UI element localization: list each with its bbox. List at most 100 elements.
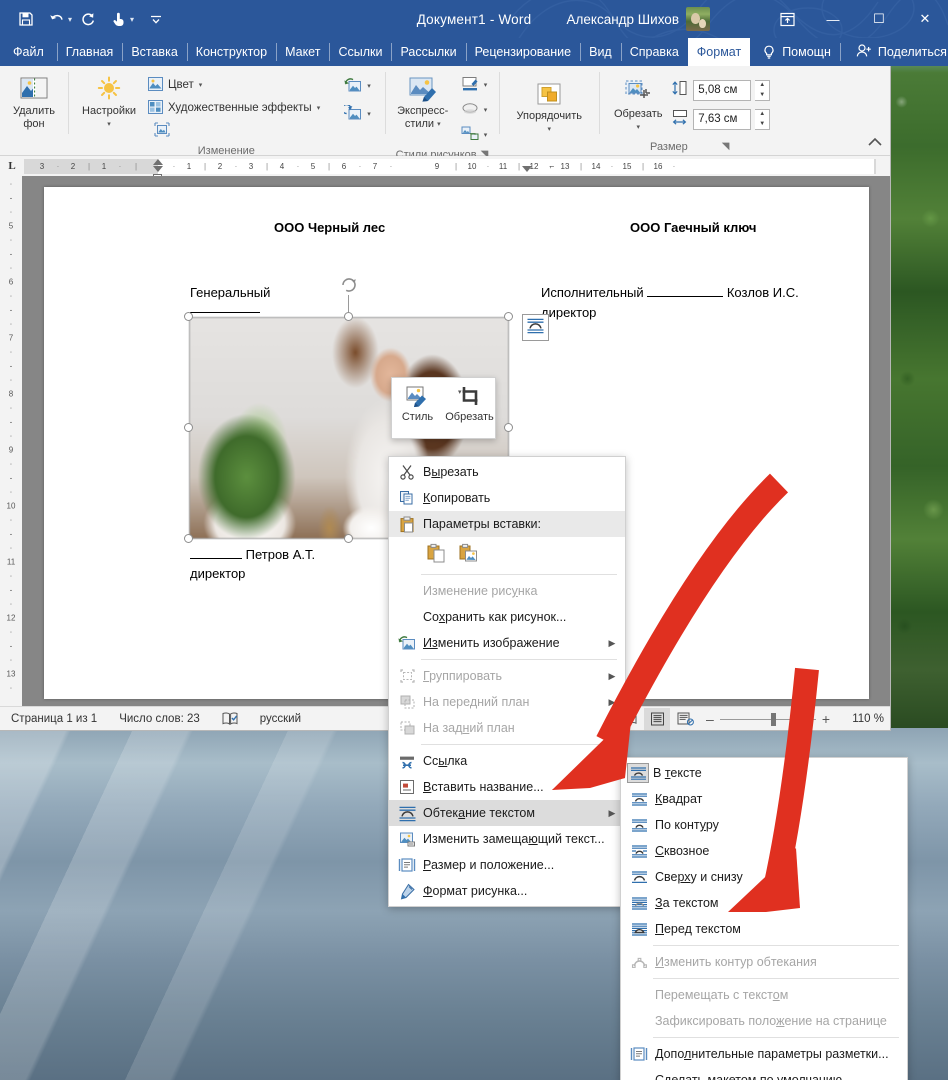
picture-quick-styles-button[interactable]: Экспресс- стили ▾: [393, 71, 453, 133]
chevron-down-icon[interactable]: ▾: [484, 106, 488, 114]
spin-up-icon[interactable]: ▲: [755, 81, 769, 91]
context-menu-item-wrap-text[interactable]: Обтекание текстом ▶: [389, 800, 625, 826]
context-menu-item-copy[interactable]: Копировать: [389, 485, 625, 511]
customize-qat-icon[interactable]: [142, 5, 170, 33]
chevron-down-icon[interactable]: ▾: [367, 82, 371, 90]
wrap-text-submenu[interactable]: В тексте Квадрат По контуру Сквозное Све…: [620, 757, 908, 1080]
submenu-item-tight[interactable]: По контуру: [621, 812, 907, 838]
chevron-down-icon[interactable]: ▾: [484, 131, 488, 139]
vertical-ruler[interactable]: · - · 5 · - · 6 · - · 7 · - · 8 · - · 9 …: [0, 176, 22, 706]
minimize-button[interactable]: —: [810, 0, 856, 38]
ribbon-tab-bar[interactable]: Файл Главная Вставка Конструктор Макет С…: [0, 38, 948, 66]
tab-help[interactable]: Справка: [620, 38, 688, 66]
tab-review[interactable]: Рецензирование: [465, 38, 581, 66]
horizontal-ruler[interactable]: 3 2 1 1 2 3 4 5 6 7 9 10 11 12 13 14 15 …: [24, 158, 876, 179]
paste-keep-source-formatting-icon[interactable]: [423, 540, 449, 566]
zoom-in-button[interactable]: +: [822, 711, 830, 727]
context-menu-item-size-position[interactable]: Размер и положение...: [389, 852, 625, 878]
tab-stop-selector[interactable]: L: [0, 156, 24, 176]
mini-picture-style-button[interactable]: Стиль: [395, 384, 441, 424]
arrange-button[interactable]: Упорядочить ▾: [511, 76, 587, 138]
context-menu[interactable]: Вырезать Копировать Параметры вставки: И…: [388, 456, 626, 907]
hanging-indent-marker[interactable]: [153, 165, 163, 172]
zoom-percentage[interactable]: 110 %: [838, 713, 884, 725]
chevron-down-icon[interactable]: ▾: [199, 81, 203, 89]
context-menu-item-insert-caption[interactable]: Вставить название...: [389, 774, 625, 800]
context-menu-item-edit-alt-text[interactable]: Изменить замещающий текст...: [389, 826, 625, 852]
shape-width-input[interactable]: 7,63 см: [693, 108, 752, 130]
save-icon[interactable]: [12, 5, 40, 33]
context-menu-item-format-picture[interactable]: Формат рисунка...: [389, 878, 625, 904]
resize-handle-w[interactable]: [184, 423, 193, 432]
redo-icon[interactable]: [74, 5, 102, 33]
chevron-down-icon[interactable]: ▾: [107, 118, 111, 131]
resize-handle-n[interactable]: [344, 312, 353, 321]
tab-insert[interactable]: Вставка: [122, 38, 186, 66]
chevron-down-icon[interactable]: ▾: [130, 15, 134, 24]
shape-height-spinner[interactable]: ▲ ▼: [755, 79, 771, 101]
shape-width-control[interactable]: 7,63 см ▲ ▼: [671, 107, 771, 131]
picture-border-button[interactable]: ▾: [457, 74, 492, 96]
tab-home[interactable]: Главная: [56, 38, 123, 66]
tab-format[interactable]: Формат: [687, 38, 751, 66]
shape-width-spinner[interactable]: ▲ ▼: [755, 108, 771, 130]
corrections-button[interactable]: Настройки ▾: [78, 71, 140, 133]
close-button[interactable]: ✕: [902, 0, 948, 38]
context-menu-item-cut[interactable]: Вырезать: [389, 459, 625, 485]
chevron-down-icon[interactable]: ▾: [458, 388, 462, 396]
web-layout-icon[interactable]: [672, 708, 698, 730]
context-menu-item-hyperlink[interactable]: Ссылка: [389, 748, 625, 774]
proofing-errors-icon[interactable]: [211, 711, 249, 726]
dialog-launcher-icon[interactable]: ◥: [722, 138, 730, 156]
tell-me-box[interactable]: Помощн: [750, 38, 840, 66]
maximize-button[interactable]: ☐: [856, 0, 902, 38]
artistic-effects-button[interactable]: Художественные эффекты ▾: [144, 97, 324, 119]
resize-handle-ne[interactable]: [504, 312, 513, 321]
context-menu-item-change-image[interactable]: Изменить изображение ▶: [389, 630, 625, 656]
print-layout-icon[interactable]: [644, 708, 671, 730]
avatar[interactable]: [686, 7, 710, 31]
zoom-thumb[interactable]: [770, 712, 776, 726]
collapse-ribbon-button[interactable]: [868, 136, 882, 150]
chevron-down-icon[interactable]: ▾: [317, 104, 321, 112]
undo-icon[interactable]: [42, 5, 70, 33]
paste-picture-icon[interactable]: [455, 540, 481, 566]
chevron-down-icon[interactable]: ▾: [437, 118, 441, 131]
resize-handle-s[interactable]: [344, 534, 353, 543]
touch-mode-icon[interactable]: [104, 5, 132, 33]
quick-access-toolbar[interactable]: ▾ ▾: [12, 0, 170, 38]
tab-references[interactable]: Ссылки: [329, 38, 391, 66]
resize-handle-sw[interactable]: [184, 534, 193, 543]
submenu-item-through[interactable]: Сквозное: [621, 838, 907, 864]
first-line-indent-marker[interactable]: [153, 158, 163, 165]
window-controls[interactable]: — ☐ ✕: [764, 0, 948, 38]
spin-up-icon[interactable]: ▲: [755, 110, 769, 120]
submenu-item-set-as-default-layout[interactable]: Сделать макетом по умолчанию: [621, 1067, 907, 1080]
mini-toolbar[interactable]: Стиль Обрезать ▾: [391, 377, 496, 439]
submenu-item-behind-text[interactable]: За текстом: [621, 890, 907, 916]
word-count[interactable]: Число слов: 23: [108, 713, 211, 725]
submenu-item-in-front-of-text[interactable]: Перед текстом: [621, 916, 907, 942]
picture-color-button[interactable]: Цвет ▾: [144, 74, 324, 96]
submenu-item-inline-with-text[interactable]: В тексте: [621, 760, 907, 786]
compress-pictures-button[interactable]: [144, 120, 324, 142]
tab-design[interactable]: Конструктор: [186, 38, 276, 66]
submenu-item-top-and-bottom[interactable]: Сверху и снизу: [621, 864, 907, 890]
share-button[interactable]: Поделиться: [839, 38, 948, 66]
spin-down-icon[interactable]: ▼: [755, 90, 769, 100]
chevron-down-icon[interactable]: ▾: [367, 110, 371, 118]
submenu-item-more-layout-options[interactable]: Дополнительные параметры разметки...: [621, 1041, 907, 1067]
remove-background-button[interactable]: Удалить фон: [6, 71, 62, 133]
chevron-down-icon[interactable]: ▾: [484, 81, 488, 89]
account-info[interactable]: Александр Шихов: [567, 0, 710, 38]
resize-handle-e[interactable]: [504, 423, 513, 432]
layout-options-button[interactable]: [522, 314, 549, 341]
paste-options-row[interactable]: [389, 537, 625, 571]
zoom-slider[interactable]: – +: [700, 711, 836, 727]
language-indicator[interactable]: русский: [249, 713, 312, 725]
ribbon-display-options-icon[interactable]: [764, 0, 810, 38]
picture-layout-button[interactable]: ▾: [457, 124, 492, 146]
rotate-handle[interactable]: [339, 275, 359, 295]
tab-layout[interactable]: Макет: [276, 38, 329, 66]
page-indicator[interactable]: Страница 1 из 1: [0, 713, 108, 725]
